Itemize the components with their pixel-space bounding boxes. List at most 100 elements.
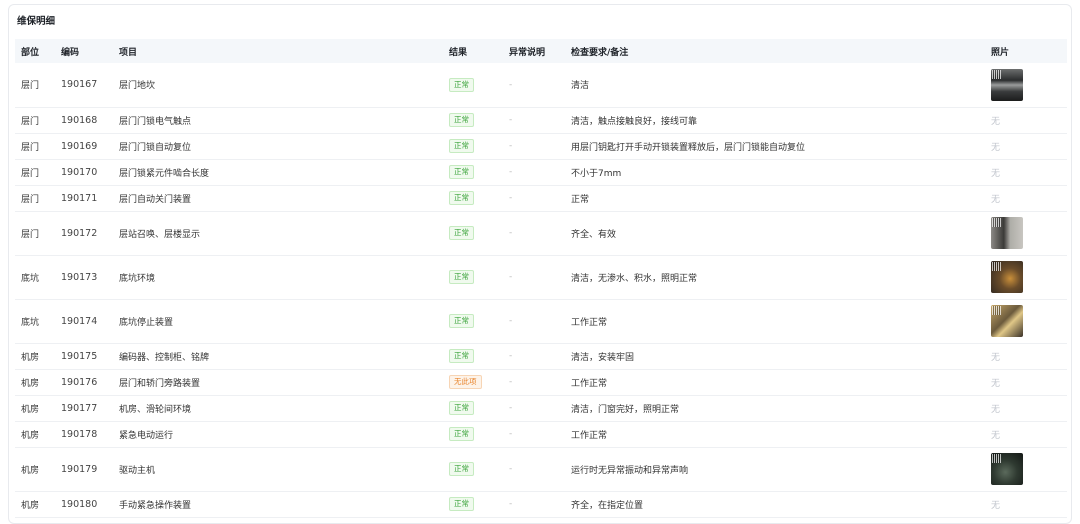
cell-requirement: 工作正常	[565, 369, 985, 396]
table-row: 层门 190168 层门门锁电气触点 正常 - 清洁，触点接触良好，接线可靠无	[15, 107, 1067, 134]
result-badge: 正常	[449, 139, 474, 153]
cell-abnormal: -	[503, 395, 565, 422]
cell-photo: 无	[985, 491, 1067, 518]
photo-thumbnail[interactable]	[991, 305, 1023, 337]
cell-part: 层门	[15, 185, 55, 212]
cell-abnormal: -	[503, 343, 565, 370]
table-header-row: 部位 编码 项目 结果 异常说明 检查要求/备注 照片	[15, 39, 1067, 63]
cell-abnormal: -	[503, 133, 565, 160]
cell-code: 190171	[55, 185, 113, 212]
cell-item: 层站召唤、层楼显示	[113, 211, 443, 256]
cell-part: 底坑	[15, 255, 55, 300]
table-row: 机房 190179 驱动主机 正常 - 运行时无异常振动和异常声响	[15, 447, 1067, 492]
cell-code: 190170	[55, 159, 113, 186]
cell-requirement: 用层门钥匙打开手动开锁装置释放后，层门门锁能自动复位	[565, 133, 985, 160]
cell-photo: 无	[985, 133, 1067, 160]
result-badge: 正常	[449, 113, 474, 127]
table-row: 底坑 190174 底坑停止装置 正常 - 工作正常	[15, 299, 1067, 344]
photo-thumbnail[interactable]	[991, 217, 1023, 249]
cell-code: 190169	[55, 133, 113, 160]
col-header-photo: 照片	[991, 47, 1010, 58]
cell-requirement: 正常	[565, 185, 985, 212]
cell-photo: 无	[985, 369, 1067, 396]
cell-photo: 无	[985, 343, 1067, 370]
cell-photo: 无	[985, 395, 1067, 422]
cell-item: 层门门锁自动复位	[113, 133, 443, 160]
result-badge: 正常	[449, 427, 474, 441]
result-badge: 无此项	[449, 375, 482, 389]
cell-photo: 无	[985, 421, 1067, 448]
cell-item: 手动紧急操作装置	[113, 491, 443, 518]
cell-part: 机房	[15, 421, 55, 448]
cell-item: 机房、滑轮间环境	[113, 395, 443, 422]
cell-abnormal: -	[503, 421, 565, 448]
result-badge: 正常	[449, 349, 474, 363]
cell-code: 190174	[55, 299, 113, 344]
col-header-part: 部位	[21, 47, 40, 58]
cell-result: 正常	[443, 491, 503, 518]
cell-abnormal: -	[503, 63, 565, 108]
cell-requirement: 不小于7mm	[565, 159, 985, 186]
maintenance-table: 部位 编码 项目 结果 异常说明 检查要求/备注 照片 层门 190167 层门地坎…	[15, 39, 1067, 518]
cell-result: 正常	[443, 107, 503, 134]
cell-requirement: 工作正常	[565, 299, 985, 344]
col-header-code: 编码	[61, 47, 80, 58]
col-header-requirement: 检查要求/备注	[571, 47, 629, 58]
result-badge: 正常	[449, 77, 474, 92]
cell-result: 正常	[443, 255, 503, 300]
cell-code: 190176	[55, 369, 113, 396]
cell-item: 层门和轿门旁路装置	[113, 369, 443, 396]
result-badge: 正常	[449, 462, 474, 476]
cell-requirement: 清洁，触点接触良好，接线可靠	[565, 107, 985, 134]
cell-photo: 无	[985, 185, 1067, 212]
cell-photo	[985, 63, 1067, 108]
cell-part: 机房	[15, 369, 55, 396]
cell-photo	[985, 255, 1067, 300]
table-row: 层门 190169 层门门锁自动复位 正常 - 用层门钥匙打开手动开锁装置释放后，层门门锁…	[15, 133, 1067, 160]
cell-result: 正常	[443, 159, 503, 186]
cell-code: 190172	[55, 211, 113, 256]
cell-abnormal: -	[503, 185, 565, 212]
cell-requirement: 清洁，安装牢固	[565, 343, 985, 370]
cell-photo	[985, 299, 1067, 344]
cell-part: 机房	[15, 343, 55, 370]
cell-abnormal: -	[503, 369, 565, 396]
cell-part: 底坑	[15, 299, 55, 344]
cell-result: 正常	[443, 447, 503, 492]
result-badge: 正常	[449, 226, 474, 240]
cell-part: 层门	[15, 63, 55, 108]
photo-thumbnail[interactable]	[991, 453, 1023, 485]
cell-result: 正常	[443, 185, 503, 212]
cell-code: 190177	[55, 395, 113, 422]
cell-result: 正常	[443, 133, 503, 160]
cell-code: 190175	[55, 343, 113, 370]
cell-abnormal: -	[503, 211, 565, 256]
cell-requirement: 齐全，在指定位置	[565, 491, 985, 518]
maintenance-detail-card: 维保明细 部位 编码 项目 结果 异常说明 检查要求/备注 照片 层门 19016…	[8, 4, 1072, 524]
cell-result: 正常	[443, 299, 503, 344]
table-row: 层门 190172 层站召唤、层楼显示 正常 - 齐全、有效	[15, 211, 1067, 256]
cell-item: 底坑环境	[113, 255, 443, 300]
cell-requirement: 清洁，门窗完好，照明正常	[565, 395, 985, 422]
cell-part: 层门	[15, 211, 55, 256]
cell-photo: 无	[985, 107, 1067, 134]
result-badge: 正常	[449, 314, 474, 328]
table-row: 机房 190180 手动紧急操作装置 正常 - 齐全，在指定位置无	[15, 491, 1067, 518]
table-row: 底坑 190173 底坑环境 正常 - 清洁，无渗水、积水，照明正常	[15, 255, 1067, 300]
cell-part: 机房	[15, 447, 55, 492]
cell-part: 层门	[15, 159, 55, 186]
cell-requirement: 工作正常	[565, 421, 985, 448]
cell-part: 层门	[15, 107, 55, 134]
cell-abnormal: -	[503, 159, 565, 186]
cell-item: 层门自动关门装置	[113, 185, 443, 212]
cell-abnormal: -	[503, 447, 565, 492]
photo-thumbnail[interactable]	[991, 68, 1023, 101]
cell-requirement: 运行时无异常振动和异常声响	[565, 447, 985, 492]
cell-code: 190167	[55, 63, 113, 108]
cell-part: 层门	[15, 133, 55, 160]
cell-item: 驱动主机	[113, 447, 443, 492]
col-header-abnormal: 异常说明	[509, 47, 546, 58]
photo-thumbnail[interactable]	[991, 261, 1023, 293]
table-row: 层门 190171 层门自动关门装置 正常 - 正常无	[15, 185, 1067, 212]
table-row: 层门 190167 层门地坎 正常 - 清洁	[15, 63, 1067, 108]
